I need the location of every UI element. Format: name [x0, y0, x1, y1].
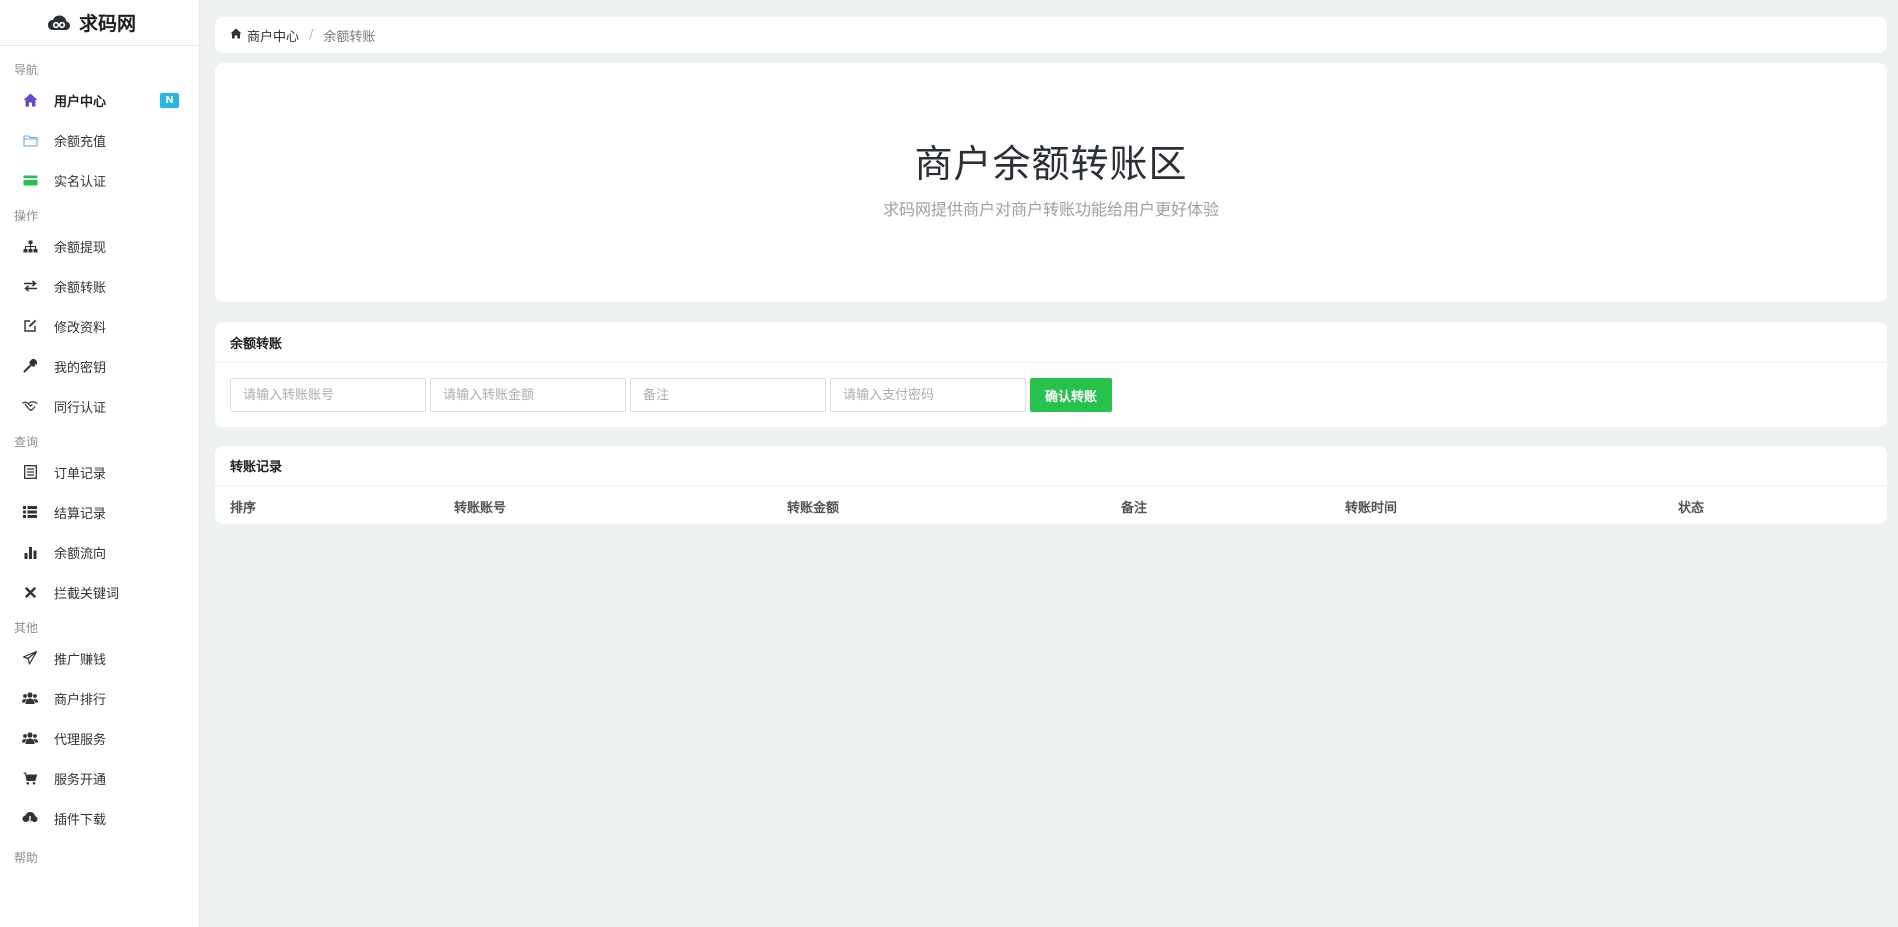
sidebar-item-label: 服务开通 — [54, 772, 107, 788]
handshake-icon — [22, 398, 38, 414]
records-card-title: 转账记录 — [215, 446, 1887, 486]
exchange-icon — [22, 278, 38, 294]
brand[interactable]: 求码网 — [0, 0, 199, 46]
sidebar-item-plugin-download[interactable]: 插件下载 — [0, 798, 199, 838]
home-icon — [22, 92, 38, 108]
edit-icon — [22, 318, 38, 334]
users-icon — [22, 730, 38, 746]
sidebar-item-settlements[interactable]: 结算记录 — [0, 492, 199, 532]
nav-header-operate: 操作 — [14, 208, 39, 223]
transfer-remark-input[interactable] — [630, 378, 826, 412]
new-badge: N — [160, 93, 179, 108]
sidebar-item-agent-service[interactable]: 代理服务 — [0, 718, 199, 758]
breadcrumb-home-link[interactable]: 商户中心 — [230, 26, 299, 45]
sidebar-item-promotion[interactable]: 推广赚钱 — [0, 638, 199, 678]
column-header-account: 转账账号 — [454, 501, 507, 516]
transfer-card-title: 余额转账 — [215, 322, 1887, 363]
hero-banner: 商户余额转账区 求码网提供商户对商户转账功能给用户更好体验 — [215, 63, 1887, 302]
sidebar-item-peer-cert[interactable]: 同行认证 — [0, 386, 199, 426]
sidebar-item-withdraw[interactable]: 余额提现 — [0, 226, 199, 266]
sidebar-item-label: 余额流向 — [54, 546, 107, 562]
cloud-download-icon — [22, 810, 38, 826]
sidebar-item-label: 余额转账 — [54, 280, 107, 296]
transfer-amount-input[interactable] — [430, 378, 626, 412]
bar-chart-icon — [22, 544, 38, 560]
sidebar-item-label: 结算记录 — [54, 506, 107, 522]
sidebar-item-my-key[interactable]: 我的密钥 — [0, 346, 199, 386]
sidebar-item-label: 订单记录 — [54, 466, 107, 482]
sidebar: 求码网 导航 用户中心 N 余额充值 实名认证 操作 余额提现 余额转账 修改资… — [0, 0, 200, 927]
sidebar-item-label: 同行认证 — [54, 400, 107, 416]
nav-header-other: 其他 — [14, 620, 39, 635]
nav-header-nav: 导航 — [14, 62, 39, 77]
paper-plane-icon — [22, 650, 38, 666]
nav-header-help: 帮助 — [14, 850, 39, 865]
breadcrumb-home-label: 商户中心 — [247, 29, 300, 45]
close-icon — [22, 584, 38, 600]
column-header-index: 排序 — [230, 501, 257, 516]
breadcrumb: 商户中心 / 余额转账 — [215, 17, 1887, 53]
breadcrumb-separator: / — [309, 27, 314, 43]
transfer-account-input[interactable] — [230, 378, 426, 412]
home-icon — [230, 28, 242, 43]
brand-name: 求码网 — [78, 13, 136, 35]
users-icon — [22, 690, 38, 706]
cart-icon — [22, 770, 38, 786]
sidebar-item-label: 用户中心 — [54, 94, 107, 110]
transfer-records-card: 转账记录 排序 转账账号 转账金额 备注 转账时间 状态 — [215, 446, 1887, 524]
sidebar-item-label: 拦截关键词 — [54, 586, 120, 602]
sidebar-item-real-name[interactable]: 实名认证 — [0, 160, 199, 200]
column-header-amount: 转账金额 — [787, 501, 840, 516]
sidebar-item-label: 修改资料 — [54, 320, 107, 336]
pay-password-input[interactable] — [830, 378, 1026, 412]
sidebar-item-user-center[interactable]: 用户中心 N — [0, 80, 199, 120]
sidebar-item-label: 余额充值 — [54, 134, 107, 150]
sidebar-item-label: 推广赚钱 — [54, 652, 107, 668]
wrench-icon — [22, 358, 38, 374]
sidebar-item-label: 余额提现 — [54, 240, 107, 256]
credit-card-icon — [22, 172, 38, 188]
confirm-transfer-button[interactable]: 确认转账 — [1030, 378, 1112, 412]
sidebar-item-transfer[interactable]: 余额转账 — [0, 266, 199, 306]
transfer-form: 确认转账 — [215, 363, 1887, 427]
sidebar-item-label: 商户排行 — [54, 692, 107, 708]
cloud-logo-icon — [47, 14, 71, 32]
main-content: 商户中心 / 余额转账 商户余额转账区 求码网提供商户对商户转账功能给用户更好体… — [215, 17, 1887, 524]
column-header-status: 状态 — [1678, 501, 1705, 516]
page-subtitle: 求码网提供商户对商户转账功能给用户更好体验 — [882, 200, 1219, 219]
sidebar-item-orders[interactable]: 订单记录 — [0, 452, 199, 492]
sidebar-item-label: 实名认证 — [54, 174, 107, 190]
sidebar-item-edit-profile[interactable]: 修改资料 — [0, 306, 199, 346]
list-alt-icon — [22, 464, 38, 480]
sidebar-item-block-keywords[interactable]: 拦截关键词 — [0, 572, 199, 612]
sidebar-item-label: 代理服务 — [54, 732, 107, 748]
sitemap-icon — [22, 238, 38, 254]
column-header-time: 转账时间 — [1345, 501, 1398, 516]
list-icon — [22, 504, 38, 520]
column-header-remark: 备注 — [1121, 501, 1148, 516]
sidebar-item-service-activation[interactable]: 服务开通 — [0, 758, 199, 798]
page-title: 商户余额转账区 — [914, 142, 1188, 186]
sidebar-item-recharge[interactable]: 余额充值 — [0, 120, 199, 160]
folder-icon — [22, 132, 38, 148]
sidebar-item-balance-flow[interactable]: 余额流向 — [0, 532, 199, 572]
records-table-header: 排序 转账账号 转账金额 备注 转账时间 状态 — [215, 486, 1887, 524]
sidebar-item-merchant-ranking[interactable]: 商户排行 — [0, 678, 199, 718]
sidebar-item-label: 插件下载 — [54, 812, 107, 828]
breadcrumb-current: 余额转账 — [323, 29, 376, 45]
nav-header-query: 查询 — [14, 434, 39, 449]
transfer-card: 余额转账 确认转账 — [215, 322, 1887, 427]
sidebar-item-label: 我的密钥 — [54, 360, 107, 376]
